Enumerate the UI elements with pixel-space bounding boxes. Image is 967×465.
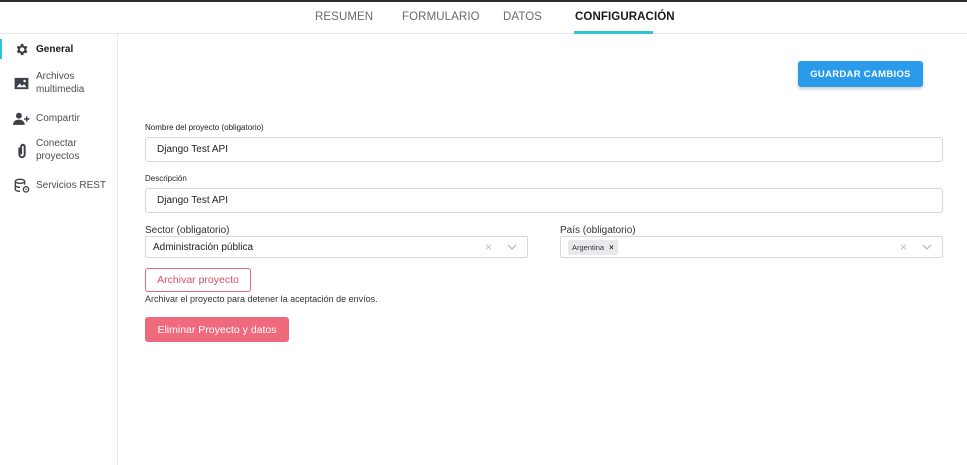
gear-icon [13, 41, 30, 58]
paperclip-icon [13, 142, 30, 159]
active-tab-indicator [574, 31, 653, 34]
tab-formulario[interactable]: FORMULARIO [402, 11, 480, 23]
tab-configuracion[interactable]: CONFIGURACIÓN [575, 11, 675, 23]
description-value: Django Test API [157, 195, 228, 206]
sidebar-item-label: Conectar proyectos [36, 138, 80, 162]
sidebar-item-conectar-proyectos[interactable]: Conectar proyectos [0, 136, 117, 164]
project-name-value: Django Test API [157, 144, 228, 155]
sector-label: Sector (obligatorio) [145, 225, 230, 236]
sidebar-item-label: Compartir [36, 113, 80, 124]
country-select[interactable]: Argentina × × [560, 236, 943, 258]
sidebar-item-label: Archivos multimedia [36, 71, 85, 95]
database-gear-icon [13, 177, 30, 194]
sidebar-item-servicios-rest[interactable]: Servicios REST [0, 176, 117, 194]
sidebar-item-general[interactable]: General [0, 39, 117, 59]
archive-help-text: Archivar el proyecto para detener la ace… [145, 294, 378, 304]
remove-chip-icon[interactable]: × [609, 243, 614, 252]
project-name-input[interactable]: Django Test API [145, 137, 943, 162]
tab-datos[interactable]: DATOS [503, 11, 542, 23]
sector-value: Administración pública [153, 242, 254, 253]
save-changes-button[interactable]: GUARDAR CAMBIOS [798, 61, 923, 87]
project-name-label: Nombre del proyecto (obligatorio) [145, 123, 264, 132]
archive-project-button[interactable]: Archivar proyecto [145, 268, 251, 292]
clear-icon[interactable]: × [485, 240, 492, 254]
clear-icon[interactable]: × [900, 240, 907, 254]
chevron-down-icon[interactable] [922, 244, 932, 250]
delete-project-button[interactable]: Eliminar Proyecto y datos [145, 317, 289, 342]
chevron-down-icon[interactable] [507, 244, 517, 250]
sidebar-item-label: Servicios REST [36, 180, 107, 191]
sidebar-item-label: General [36, 44, 74, 55]
add-user-icon [13, 110, 30, 127]
sidebar-item-archivos-multimedia[interactable]: Archivos multimedia [0, 69, 117, 97]
description-input[interactable]: Django Test API [145, 188, 943, 213]
country-label: País (obligatorio) [560, 225, 636, 236]
settings-sidebar: General Archivos multimedia Compartir Co… [0, 34, 118, 465]
sidebar-item-compartir[interactable]: Compartir [0, 109, 117, 127]
description-label: Descripción [145, 174, 187, 183]
country-chip: Argentina × [568, 240, 618, 255]
image-icon [13, 75, 30, 92]
country-chip-label: Argentina [572, 243, 605, 252]
tab-bar: RESUMEN FORMULARIO DATOS CONFIGURACIÓN [0, 2, 967, 34]
tab-resumen[interactable]: RESUMEN [315, 11, 373, 23]
sector-select[interactable]: Administración pública × [145, 236, 528, 258]
